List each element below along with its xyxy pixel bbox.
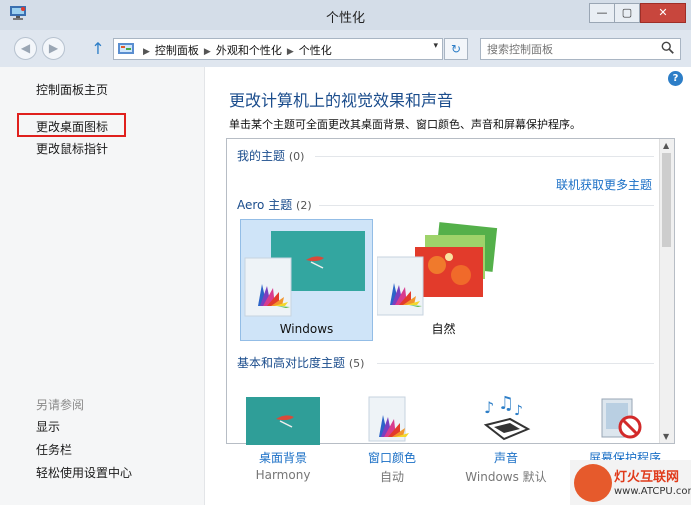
address-bar[interactable]: ▶ 控制面板 ▶ 外观和个性化 ▶ 个性化 ▾ [113, 38, 443, 60]
my-themes-header: 我的主题 (0) [237, 147, 304, 164]
taskbar-link[interactable]: 任务栏 [36, 441, 72, 458]
refresh-button[interactable]: ↻ [444, 38, 468, 60]
section-divider [377, 363, 654, 364]
title-bar: 个性化 — ▢ ✕ [0, 0, 691, 30]
control-panel-home-link[interactable]: 控制面板主页 [36, 81, 108, 98]
svg-text:♫: ♫ [498, 395, 514, 414]
back-button[interactable]: ◀ [14, 37, 37, 60]
help-icon[interactable]: ? [668, 71, 683, 86]
ease-of-access-link[interactable]: 轻松使用设置中心 [36, 464, 132, 481]
maximize-button[interactable]: ▢ [614, 3, 640, 23]
window-title: 个性化 [325, 11, 365, 26]
my-themes-label: 我的主题 [237, 149, 286, 163]
desktop-background-label: 桌面背景 [258, 451, 307, 465]
aero-themes-header: Aero 主题 (2) [237, 196, 312, 213]
address-dropdown-icon[interactable]: ▾ [433, 41, 438, 51]
theme-windows-name: Windows [279, 322, 334, 336]
svg-text:♪: ♪ [484, 398, 494, 417]
scrollbar-thumb[interactable] [662, 153, 671, 247]
navigation-toolbar: ◀ ▶ ↑ ▶ 控制面板 ▶ 外观和个性化 ▶ 个性化 ▾ ↻ [0, 30, 691, 66]
change-mouse-pointer-link[interactable]: 更改鼠标指针 [36, 140, 108, 157]
search-icon[interactable] [661, 41, 677, 57]
basic-themes-label: 基本和高对比度主题 [237, 356, 346, 370]
control-panel-icon [118, 43, 134, 54]
sound-value: Windows 默认 [465, 470, 547, 484]
display-link[interactable]: 显示 [36, 418, 60, 435]
svg-text:♪: ♪ [514, 403, 523, 419]
breadcrumb: ▶ 控制面板 ▶ 外观和个性化 ▶ 个性化 [138, 42, 332, 58]
change-desktop-icons-link[interactable]: 更改桌面图标 [36, 118, 108, 135]
close-button[interactable]: ✕ [640, 3, 686, 23]
page-description: 单击某个主题可全面更改其桌面背景、窗口颜色、声音和屏幕保护程序。 [229, 118, 581, 131]
left-pane: 控制面板主页 更改桌面图标 更改鼠标指针 另请参阅 显示 任务栏 轻松使用设置中… [0, 67, 205, 505]
desktop-background-value: Harmony [255, 468, 311, 482]
page-title: 更改计算机上的视觉效果和声音 [229, 91, 454, 110]
breadcrumb-separator-icon: ▶ [143, 47, 150, 57]
breadcrumb-personalization[interactable]: 个性化 [299, 44, 332, 57]
my-themes-count: (0) [288, 150, 305, 163]
watermark: 灯火互联网 www.ATCPU.com [570, 460, 691, 505]
aero-themes-label: Aero 主题 [237, 198, 293, 212]
breadcrumb-control-panel[interactable]: 控制面板 [155, 44, 199, 57]
forward-button[interactable]: ▶ [42, 37, 65, 60]
theme-nature-tile[interactable]: 自然 [377, 219, 510, 341]
section-divider [319, 205, 654, 206]
basic-themes-count: (5) [348, 357, 365, 370]
window-color-value: 自动 [379, 470, 404, 484]
breadcrumb-separator-icon: ▶ [203, 47, 211, 57]
scroll-up-icon[interactable]: ▲ [663, 141, 669, 150]
sound-icon: ♪ ♫ ♪ [483, 395, 531, 441]
watermark-url: www.ATCPU.com [614, 486, 691, 497]
sound-label: 声音 [493, 451, 518, 465]
desktop-background-icon [246, 397, 320, 445]
window-color-icon [368, 396, 409, 442]
theme-nature-name: 自然 [431, 322, 456, 336]
screensaver-icon [601, 398, 642, 439]
breadcrumb-appearance[interactable]: 外观和个性化 [216, 44, 282, 57]
window-color-label: 窗口颜色 [367, 451, 416, 465]
nature-theme-thumbnail-icon [377, 222, 498, 316]
watermark-name: 灯火互联网 [614, 470, 680, 485]
get-more-themes-link[interactable]: 联机获取更多主题 [556, 176, 652, 193]
minimize-button[interactable]: — [589, 3, 615, 23]
up-button[interactable]: ↑ [88, 39, 108, 59]
aero-themes-count: (2) [296, 199, 312, 212]
watermark-logo-icon [574, 464, 612, 502]
section-divider [315, 156, 654, 157]
main-pane: ? 更改计算机上的视觉效果和声音 单击某个主题可全面更改其桌面背景、窗口颜色、声… [205, 67, 691, 505]
search-input[interactable] [480, 38, 681, 60]
personalization-window: 个性化 — ▢ ✕ ◀ ▶ ↑ ▶ 控制面板 ▶ 外观和个性化 ▶ 个性化 ▾ ↻ 控制面… [0, 0, 691, 505]
see-also-heading: 另请参阅 [36, 398, 85, 412]
breadcrumb-separator-icon: ▶ [286, 47, 294, 57]
windows-theme-thumbnail-icon [244, 231, 365, 317]
theme-windows-tile[interactable]: Windows [240, 219, 373, 341]
basic-themes-header: 基本和高对比度主题 (5) [237, 354, 364, 371]
